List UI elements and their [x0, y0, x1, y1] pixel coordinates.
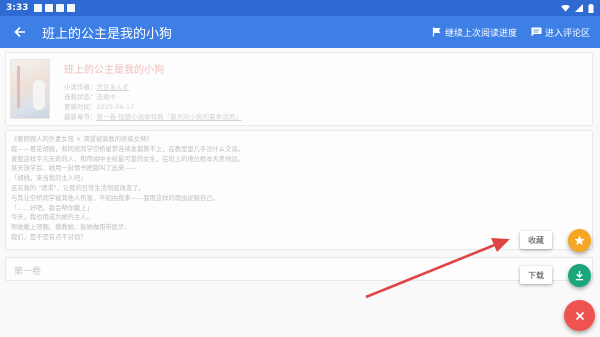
download-button[interactable] [568, 264, 591, 287]
description-line: 我们，是不是有点不对劲？ [11, 233, 87, 241]
description-line: 与其让空桥同学被其他人伤害，不如由我来——我用这样的理由说服自己。 [11, 194, 219, 202]
notification-icon [45, 4, 54, 12]
description-line: 我——葛花胡桃，和同班同学空桥星梦连续发都算不上，在教室里几乎没什么交谈。 [11, 145, 244, 153]
description-line: 「……好吧，我会帮你戴上」 [11, 204, 93, 212]
updated-value: 2025-09-17 [96, 103, 135, 111]
description-line: 这究竟的 "请求"，让我的日常生活彻底改变了。 [11, 184, 145, 192]
continue-reading-label: 继续上次阅读进度 [444, 28, 517, 39]
book-info-card: 班上的公主是我的小狗 小说作者：犬甘あんず 连载状态：连载中 更新时间：2025… [5, 52, 593, 126]
close-icon [575, 311, 584, 320]
wifi-icon [561, 4, 570, 12]
meta-status: 连载状态：连载中 [64, 91, 116, 101]
description-line: 今天，我也用成为她的主人。 [11, 214, 93, 222]
volume-row[interactable]: 第一卷 [5, 257, 593, 281]
status-notification-icons [34, 4, 76, 12]
meta-updated: 更新时间：2025-09-17 [64, 101, 134, 111]
status-bar: 3:33 [0, 0, 600, 16]
description-line: 查我这样平凡无奇的人，和传闻中全校最可爱的女生，在班上的地位根本天差地远。 [11, 155, 244, 163]
page-title: 班上的公主是我的小狗 [42, 26, 173, 42]
updated-label: 更新时间： [64, 103, 97, 111]
notification-icon [34, 4, 43, 12]
book-title: 班上的公主是我的小狗 [64, 65, 164, 76]
notification-icon [67, 4, 76, 12]
description-line: 某天放学后，她用一封情书把我叫了出来—— [11, 165, 137, 173]
download-label[interactable]: 下载 [520, 266, 552, 284]
close-fab-button[interactable] [564, 300, 595, 331]
author-label: 小说作者： [64, 83, 97, 91]
back-button[interactable] [0, 16, 40, 48]
favorite-button[interactable] [568, 229, 591, 252]
description-card: 《要照顾人的外素女孩 × 渴望被驯教的班级女神》 我——葛花胡桃，和同班同学空桥… [5, 130, 593, 250]
description-line: 帮她戴上项圈、摸教她、能她做用带股步。 [11, 224, 131, 232]
book-cover [10, 59, 50, 119]
status-label: 连载状态： [64, 93, 97, 101]
chat-icon [531, 27, 542, 37]
flag-icon [432, 27, 441, 37]
app-bar: 班上的公主是我的小狗 继续上次阅读进度 进入评论区 [0, 16, 600, 48]
volume-label: 第一卷 [14, 267, 42, 277]
status-time: 3:33 [6, 3, 29, 13]
latest-label: 最新章节： [64, 113, 97, 121]
meta-author: 小说作者：犬甘あんず [64, 81, 129, 91]
star-icon [574, 235, 585, 246]
status-system-icons [561, 3, 594, 13]
comments-button[interactable]: 进入评论区 [531, 26, 590, 39]
battery-icon [588, 3, 594, 13]
meta-latest: 最新章节：第一卷 短篇小说季特典「夏天的小狗的夏季活用」 [64, 111, 242, 121]
arrow-left-icon [14, 26, 25, 38]
latest-chapter-link[interactable]: 第一卷 短篇小说季特典「夏天的小狗的夏季活用」 [97, 113, 242, 121]
continue-reading-button[interactable]: 继续上次阅读进度 [432, 26, 517, 39]
description-line: 「胡桃，来当我的主人吧」 [11, 175, 87, 183]
comments-label: 进入评论区 [544, 28, 590, 39]
notification-icon [56, 4, 65, 12]
favorite-label[interactable]: 收藏 [520, 231, 552, 249]
author-link[interactable]: 犬甘あんず [97, 83, 130, 91]
download-icon [575, 270, 584, 281]
signal-icon [575, 4, 583, 12]
description-line: 《要照顾人的外素女孩 × 渴望被驯教的班级女神》 [11, 136, 153, 143]
status-value: 连载中 [96, 93, 117, 101]
